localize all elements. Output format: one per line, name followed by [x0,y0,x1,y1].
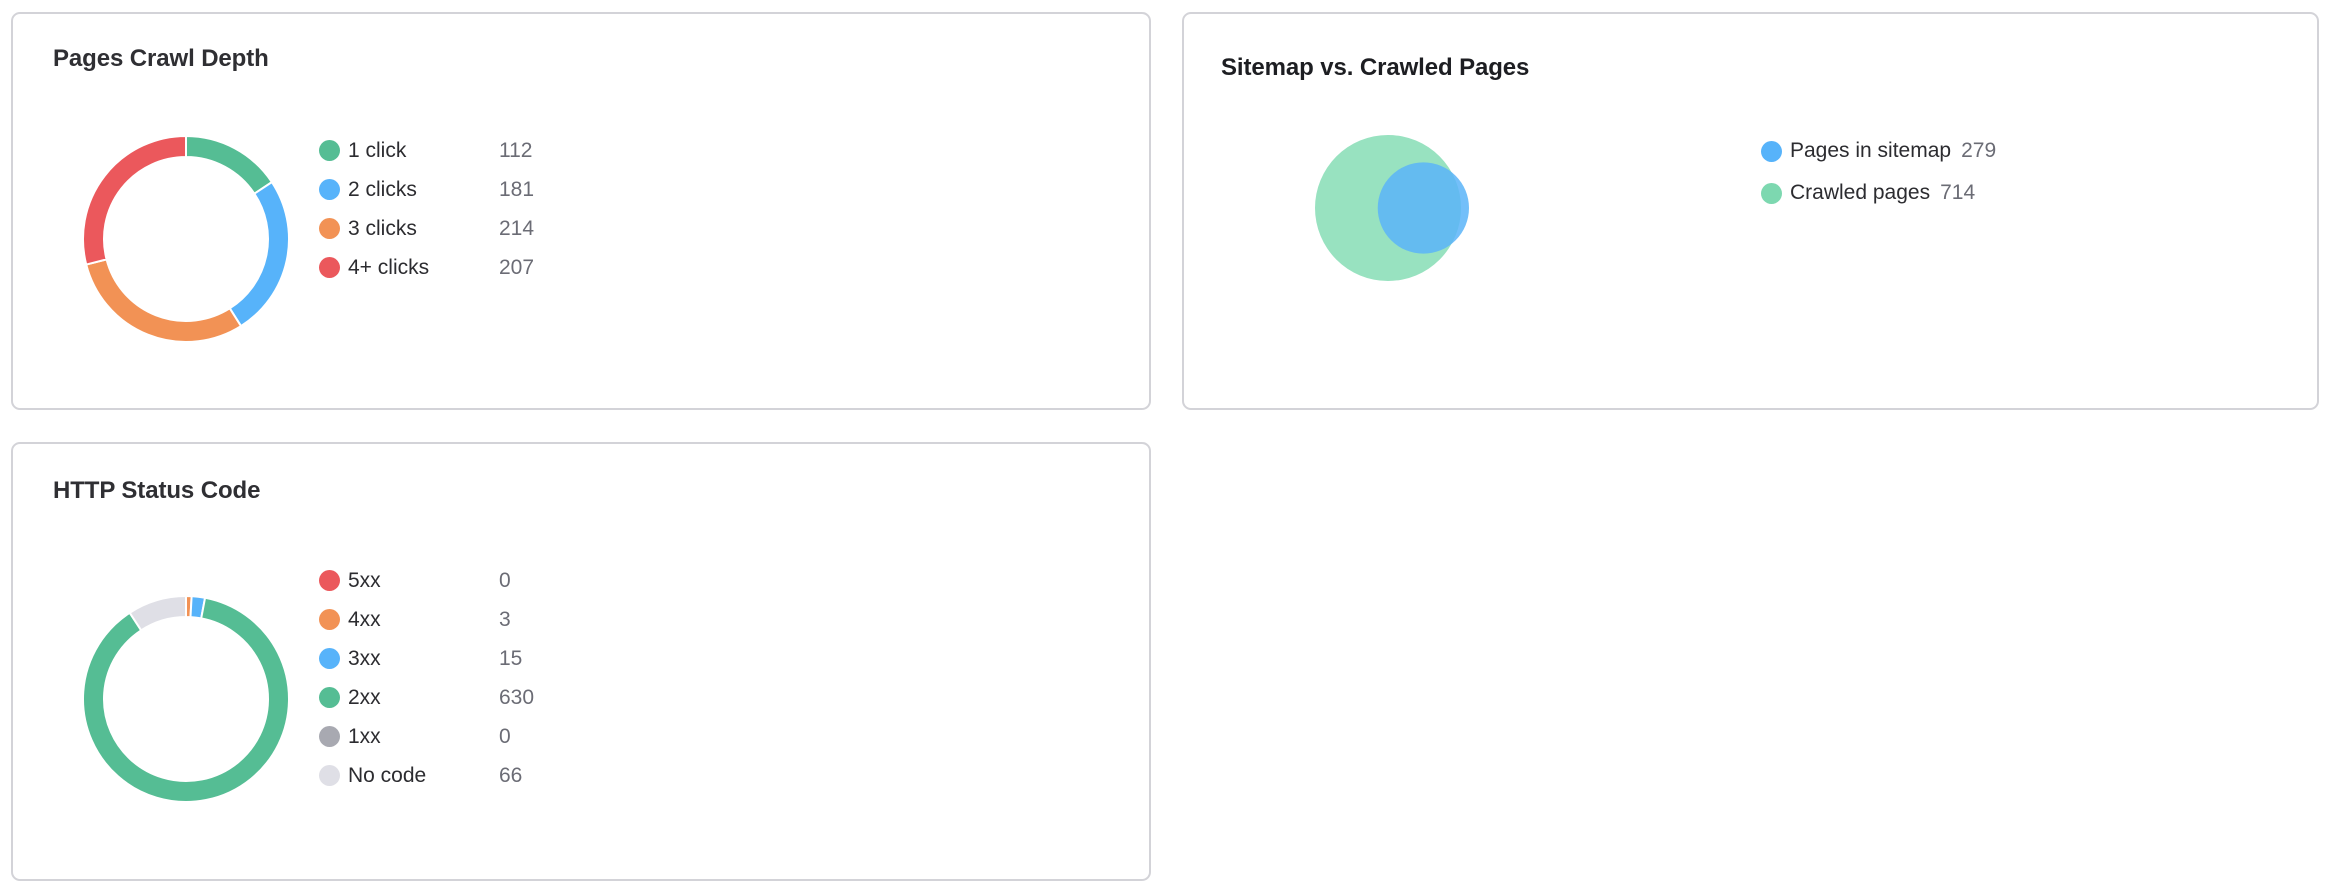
legend-value: 714 [1940,181,1976,204]
legend-label: Crawled pages [1790,181,1931,204]
donut-slice-4plus-clicks[interactable] [82,134,187,266]
legend-dot-icon [319,687,340,708]
legend-label: 2xx [348,685,381,709]
legend-item-2xx[interactable]: 2xx 630 [319,678,534,717]
legend-dot-icon [319,648,340,669]
legend-value: 112 [499,138,533,162]
legend-dot-icon [319,257,340,278]
legend-label: 1 click [348,138,407,162]
legend-value: 630 [499,685,535,709]
card-title: HTTP Status Code [53,477,261,504]
legend-dot-icon [1761,182,1782,204]
http-status-donut-chart [82,594,290,803]
legend-value: 279 [1961,139,1997,162]
legend-dot-icon [319,570,340,591]
legend-item-3xx[interactable]: 3xx 15 [319,639,534,678]
legend-item-1xx[interactable]: 1xx 0 [319,717,534,756]
legend-item-5xx[interactable]: 5xx 0 [319,561,534,600]
legend-dot-icon [319,179,340,200]
legend-value: 207 [499,255,535,279]
legend-label: 3xx [348,646,381,670]
legend-dot-icon [319,140,340,161]
legend-value: 66 [499,763,523,787]
crawl-depth-legend: 1 click 112 2 clicks 181 3 clicks 214 4+ click… [319,131,534,287]
crawl-depth-donut-chart [82,134,290,343]
sitemap-venn-chart [1315,135,1469,281]
legend-label: 3 clicks [348,216,417,240]
legend-label: Pages in sitemap [1790,139,1952,162]
legend-value: 15 [499,646,523,670]
donut-slice-1-click[interactable] [185,134,274,196]
legend-dot-icon [319,726,340,747]
legend-dot-icon [319,218,340,239]
legend-item-4plus-clicks[interactable]: 4+ clicks 207 [319,248,534,287]
donut-slice-3-clicks[interactable] [85,258,243,343]
legend-value: 3 [499,607,511,631]
legend-item-no-code[interactable]: No code 66 [319,756,534,795]
card-title: Pages Crawl Depth [53,45,269,72]
legend-label: 4xx [348,607,381,631]
legend-item-pages-in-sitemap[interactable]: Pages in sitemap 279 [1761,130,1996,172]
legend-label: 4+ clicks [348,255,430,279]
legend-value: 0 [499,724,511,748]
legend-label: 2 clicks [348,177,417,201]
legend-item-1-click[interactable]: 1 click 112 [319,131,534,170]
legend-dot-icon [319,765,340,786]
donut-slice-2-clicks[interactable] [228,180,290,328]
pages-crawl-depth-card: Pages Crawl Depth 1 click 112 2 clicks 181 3… [11,12,1151,410]
sitemap-legend: Pages in sitemap 279 Crawled pages 714 [1761,130,1996,214]
legend-item-2-clicks[interactable]: 2 clicks 181 [319,170,534,209]
legend-item-4xx[interactable]: 4xx 3 [319,600,534,639]
donut-slice-2xx[interactable] [82,596,290,803]
legend-value: 214 [499,216,535,240]
legend-label: 5xx [348,568,381,592]
venn-circle-pages-in-sitemap[interactable] [1377,162,1469,254]
legend-label: No code [348,763,427,787]
legend-label: 1xx [348,724,381,748]
legend-item-3-clicks[interactable]: 3 clicks 214 [319,209,534,248]
legend-value: 181 [499,177,535,201]
http-status-code-card: HTTP Status Code 5xx 0 4xx 3 3xx 15 2xx 630 1xx 0… [11,442,1151,881]
donut-slice-no-code[interactable] [128,594,187,632]
legend-dot-icon [1761,140,1782,162]
legend-dot-icon [319,609,340,630]
card-title: Sitemap vs. Crawled Pages [1221,54,1530,81]
http-status-legend: 5xx 0 4xx 3 3xx 15 2xx 630 1xx 0 No code 66 [319,561,534,795]
legend-item-crawled-pages[interactable]: Crawled pages 714 [1761,172,1996,214]
sitemap-vs-crawled-card: Sitemap vs. Crawled Pages Pages in sitem… [1182,12,2319,410]
legend-value: 0 [499,568,511,592]
